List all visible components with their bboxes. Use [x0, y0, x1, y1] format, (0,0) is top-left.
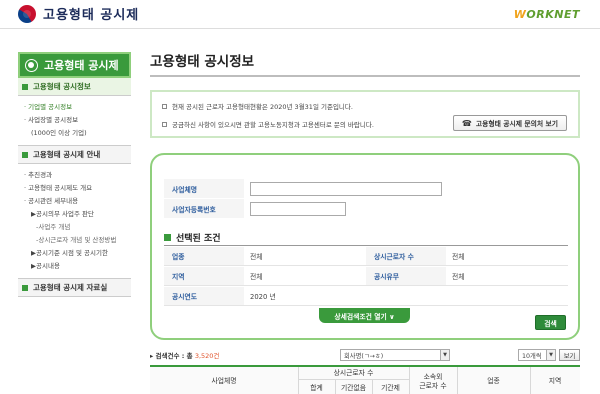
page-size-select[interactable]: 10개씩 ▼ — [518, 349, 556, 361]
sidebar-item-history[interactable]: · 추진경과 — [24, 169, 131, 182]
industry-label: 업종 — [164, 247, 244, 265]
workers-label: 상시근로자 수 — [366, 247, 446, 265]
year-value: 2020 년 — [250, 293, 276, 301]
square-bullet-icon — [164, 234, 171, 241]
site-title: 고용형태 공시제 — [43, 8, 140, 23]
phone-icon: ☎ — [461, 118, 472, 128]
col-company-name[interactable]: 사업체명 — [150, 367, 298, 394]
col-outside-workers[interactable]: 소속외 근로자 수 — [409, 367, 457, 394]
col-limited[interactable]: 기간제 — [372, 380, 409, 394]
sidebar-section-guide[interactable]: 고용형태 공시제 안내 — [18, 146, 131, 164]
square-bullet-icon — [22, 284, 28, 291]
site-logo[interactable]: 고용형태 공시제 — [18, 4, 139, 23]
sidebar-item-disclosure-timing[interactable]: ▶공시기준 시점 및 공시기한 — [24, 247, 131, 260]
condition-row-3: 공시연도 2020 년 — [164, 287, 568, 306]
sidebar-header: 고용형태 공시제 — [18, 52, 131, 78]
sidebar-section-disclosure-info[interactable]: 고용형태 공시정보 — [18, 78, 131, 96]
search-panel: 사업체명 사업자등록번호 선택된 조건 업종 전체 상시근로자 수 전체 지역 … — [150, 153, 580, 340]
disclosure-type-value: 전체 — [452, 273, 465, 281]
title-divider — [150, 75, 580, 77]
company-name-input[interactable] — [250, 181, 442, 196]
results-table-header: 사업체명 상시근로자 수 합계 기간없음 기간제 소속외 근로자 수 업종 지역 — [150, 365, 580, 394]
regno-input[interactable] — [250, 201, 346, 216]
sidebar-item-employer-judgment[interactable]: ▶공시의무 사업주 판단 — [24, 208, 131, 221]
results-count: ▸ 검색건수 : 총 3,520건 — [150, 352, 220, 360]
sidebar: 고용형태 공시제 고용형태 공시정보 · 기업별 공시정보 · 사업장별 공시정… — [18, 52, 131, 297]
government-emblem-icon — [18, 4, 36, 23]
company-name-row: 사업체명 — [164, 179, 568, 198]
sidebar-item-workplace-note: (1000인 이상 기업) — [31, 129, 87, 137]
selected-conditions-title: 선택된 조건 — [164, 231, 221, 244]
regno-row: 사업자등록번호 — [164, 199, 568, 218]
sidebar-section-archive[interactable]: 고용형태 공시제 자료실 — [18, 279, 131, 297]
sidebar-item-workplace-disclosure[interactable]: · 사업장별 공시정보 — [24, 114, 131, 127]
year-label: 공시연도 — [164, 287, 244, 305]
page-title: 고용형태 공시정보 — [150, 54, 255, 70]
search-button[interactable]: 검색 — [535, 315, 566, 330]
sidebar-title: 고용형태 공시제 — [44, 59, 119, 72]
detail-search-toggle-button[interactable]: 상세검색조건 열기 ∨ — [319, 308, 410, 323]
condition-row-2: 지역 전체 공시유무 전체 — [164, 267, 568, 286]
notice-line-2: 궁금하신 사항이 있으시면 관할 고용노동지청과 고용센터로 문의 바랍니다. — [162, 119, 374, 129]
notice-line-1: 현재 공시된 근로자 고용형태현황은 2020년 3월31일 기준입니다. — [162, 101, 353, 111]
results-bar: ▸ 검색건수 : 총 3,520건 회사명(ㄱ→ㅎ) ▼ 10개씩 ▼ 보기 — [150, 348, 580, 362]
top-bar: 고용형태 공시제 WORKNET — [0, 0, 600, 29]
sidebar-list-guide: · 추진경과 · 고용형태 공시제도 개요 · 공시관련 세부내용 ▶공시의무 … — [18, 164, 131, 279]
sidebar-list-disclosure: · 기업별 공시정보 · 사업장별 공시정보 (1000인 이상 기업) — [18, 96, 131, 146]
view-button[interactable]: 보기 — [559, 349, 580, 361]
emblem-icon — [25, 58, 38, 72]
notice-box: 현재 공시된 근로자 고용형태현황은 2020년 3월31일 기준입니다. 궁금… — [150, 90, 580, 138]
regno-label: 사업자등록번호 — [164, 199, 244, 218]
square-bullet-icon — [22, 83, 28, 90]
disclosure-type-label: 공시유무 — [366, 267, 446, 285]
worknet-logo[interactable]: WORKNET — [514, 8, 580, 21]
region-label: 지역 — [164, 267, 244, 285]
sidebar-item-worker-concept[interactable]: -상시근로자 개념 및 산정방법 — [24, 234, 131, 247]
industry-value: 전체 — [250, 253, 263, 261]
chevron-down-icon: ▼ — [546, 350, 555, 360]
conditions-divider — [164, 245, 568, 246]
notice-bullet-icon — [162, 121, 167, 127]
col-industry[interactable]: 업종 — [457, 367, 530, 394]
chevron-down-icon: ▼ — [440, 350, 449, 360]
col-region[interactable]: 지역 — [530, 367, 580, 394]
sidebar-item-overview[interactable]: · 고용형태 공시제도 개요 — [24, 182, 131, 195]
sort-select[interactable]: 회사명(ㄱ→ㅎ) ▼ — [340, 349, 450, 361]
col-unlimited[interactable]: 기간없음 — [335, 380, 372, 394]
contact-info-button[interactable]: ☎ 고용형태 공시제 문의처 보기 — [452, 115, 567, 131]
sidebar-item-details[interactable]: · 공시관련 세부내용 — [24, 195, 131, 208]
sidebar-item-employer-concept[interactable]: -사업주 개념 — [24, 221, 131, 234]
square-bullet-icon — [22, 151, 28, 158]
notice-bullet-icon — [162, 103, 167, 109]
results-count-value: 3,520건 — [194, 352, 220, 360]
region-value: 전체 — [250, 273, 263, 281]
sidebar-item-disclosure-content[interactable]: ▶공시내용 — [24, 260, 131, 273]
col-workers-group: 상시근로자 수 — [333, 368, 374, 377]
col-total[interactable]: 합계 — [298, 380, 335, 394]
workers-value: 전체 — [452, 253, 465, 261]
condition-row-1: 업종 전체 상시근로자 수 전체 — [164, 247, 568, 266]
sidebar-item-company-disclosure[interactable]: · 기업별 공시정보 — [24, 101, 131, 114]
company-name-label: 사업체명 — [164, 179, 244, 198]
